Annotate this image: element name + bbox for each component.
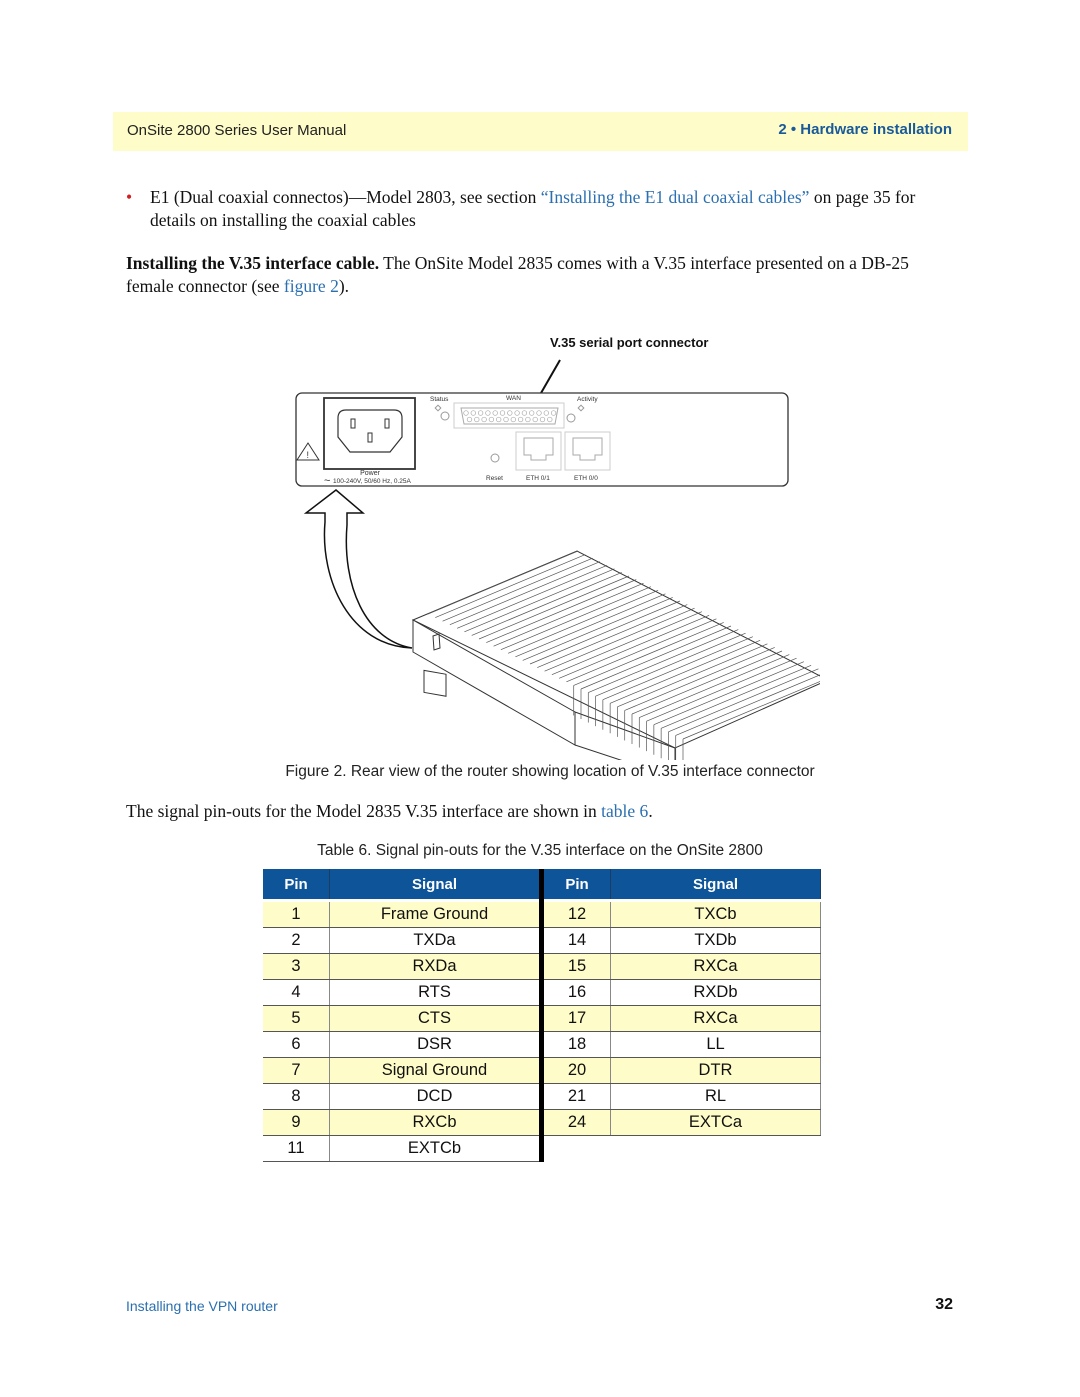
pinouts-text-end: . [648, 801, 653, 821]
table-row: 6 DSR 18 LL [263, 1031, 821, 1058]
signal-cell: RL [610, 1083, 821, 1110]
pin-cell: 24 [541, 1109, 611, 1136]
pin-cell: 7 [263, 1057, 330, 1084]
table-row: 3 RXDa 15 RXCa [263, 953, 821, 980]
eth00-label: ETH 0/0 [574, 475, 598, 482]
signal-cell: TXDb [610, 927, 821, 954]
reset-label: Reset [486, 475, 503, 482]
pin-cell: 9 [263, 1109, 330, 1136]
pin-cell: 5 [263, 1005, 330, 1032]
pin-cell: 17 [541, 1005, 611, 1032]
table-6-link[interactable]: table 6 [601, 801, 648, 821]
table-row: 5 CTS 17 RXCa [263, 1005, 821, 1032]
table-row: 2 TXDa 14 TXDb [263, 927, 821, 954]
rear-panel: ! Power ~ 100-240V, 50/60 Hz, 0.25A Stat… [295, 392, 789, 487]
table-header-row: Pin Signal Pin Signal [263, 869, 821, 899]
signal-cell: CTS [329, 1005, 544, 1032]
pin-cell: 14 [541, 927, 611, 954]
table-row: 9 RXCb 24 EXTCa [263, 1109, 821, 1136]
eth01-label: ETH 0/1 [526, 475, 550, 482]
figure-2-link[interactable]: figure 2 [284, 276, 339, 296]
pin-cell: 4 [263, 979, 330, 1006]
power-rating-label: 100-240V, 50/60 Hz, 0.25A [333, 478, 411, 485]
figure-caption: Figure 2. Rear view of the router showin… [285, 763, 815, 780]
pin-cell [541, 1135, 611, 1162]
bullet-icon: • [126, 187, 133, 207]
pin-cell: 1 [263, 902, 330, 928]
ac-symbol-icon: ~ [324, 475, 330, 487]
table-row: 8 DCD 21 RL [263, 1083, 821, 1110]
table-row: 11 EXTCb [263, 1135, 821, 1162]
bullet-item-e1: • E1 (Dual coaxial connectos)—Model 2803… [126, 186, 956, 232]
manual-title: OnSite 2800 Series User Manual [127, 122, 347, 139]
signal-cell: RXCa [610, 953, 821, 980]
running-header: OnSite 2800 Series User Manual 2 • Hardw… [113, 112, 968, 151]
pin-cell: 18 [541, 1031, 611, 1058]
header-pin-1: Pin [263, 869, 330, 899]
signal-cell: LL [610, 1031, 821, 1058]
signal-cell: Frame Ground [329, 902, 544, 928]
page-number: 32 [935, 1296, 953, 1313]
pin-cell: 16 [541, 979, 611, 1006]
pin-cell: 21 [541, 1083, 611, 1110]
signal-cell: EXTCb [329, 1135, 544, 1162]
bullet-text: E1 (Dual coaxial connectos)—Model 2803, … [126, 186, 956, 232]
header-signal-1: Signal [329, 869, 544, 899]
pin-cell: 12 [541, 902, 611, 928]
signal-cell: EXTCa [610, 1109, 821, 1136]
signal-cell: TXCb [610, 902, 821, 928]
chapter-title: 2 • Hardware installation [778, 121, 952, 138]
pin-cell: 8 [263, 1083, 330, 1110]
pinout-table: Pin Signal Pin Signal 1 Frame Ground 12 TXC… [263, 869, 821, 1162]
bullet-text-start: E1 (Dual coaxial connectos)—Model 2803, … [150, 187, 541, 207]
signal-cell: RXDb [610, 979, 821, 1006]
header-pin-2: Pin [541, 869, 611, 899]
pinouts-text-start: The signal pin-outs for the Model 2835 V… [126, 801, 602, 821]
power-label: Power [360, 470, 381, 477]
signal-cell [610, 1135, 821, 1162]
signal-cell: RTS [329, 979, 544, 1006]
curved-arrow-icon [303, 489, 413, 649]
status-label: Status [430, 396, 449, 403]
signal-cell: RXDa [329, 953, 544, 980]
router-device-icon [411, 550, 834, 779]
signal-cell: Signal Ground [329, 1057, 544, 1084]
table-row: 7 Signal Ground 20 DTR [263, 1057, 821, 1084]
pin-cell: 15 [541, 953, 611, 980]
power-inlet [323, 397, 416, 470]
router-illustration: V.35 serial port connector ! Power ~ 100… [295, 335, 834, 779]
table-caption: Table 6. Signal pin-outs for the V.35 in… [317, 842, 763, 859]
pin-cell: 6 [263, 1031, 330, 1058]
pin-cell: 11 [263, 1135, 330, 1162]
header-signal-2: Signal [610, 869, 821, 899]
pin-cell: 3 [263, 953, 330, 980]
footer-section-title: Installing the VPN router [126, 1298, 278, 1314]
pin-cell: 20 [541, 1057, 611, 1084]
pin-cell: 2 [263, 927, 330, 954]
v35-run-in-heading: Installing the V.35 interface cable. [126, 253, 380, 273]
callout-label: V.35 serial port connector [550, 335, 708, 350]
activity-label: Activity [577, 396, 598, 403]
pinouts-paragraph: The signal pin-outs for the Model 2835 V… [126, 801, 653, 822]
svg-text:!: ! [307, 450, 310, 460]
table-row: 1 Frame Ground 12 TXCb [263, 902, 821, 928]
e1-section-link[interactable]: “Installing the E1 dual coaxial cables” [541, 187, 810, 207]
v35-text-end: ). [338, 276, 350, 296]
signal-cell: DTR [610, 1057, 821, 1084]
signal-cell: TXDa [329, 927, 544, 954]
signal-cell: RXCa [610, 1005, 821, 1032]
wan-label: WAN [506, 395, 521, 402]
v35-paragraph: Installing the V.35 interface cable. The… [126, 252, 956, 298]
signal-cell: DSR [329, 1031, 544, 1058]
signal-cell: DCD [329, 1083, 544, 1110]
table-row: 4 RTS 16 RXDb [263, 979, 821, 1006]
signal-cell: RXCb [329, 1109, 544, 1136]
router-rear-view-figure: V.35 serial port connector ! Power ~ 100… [280, 330, 834, 779]
